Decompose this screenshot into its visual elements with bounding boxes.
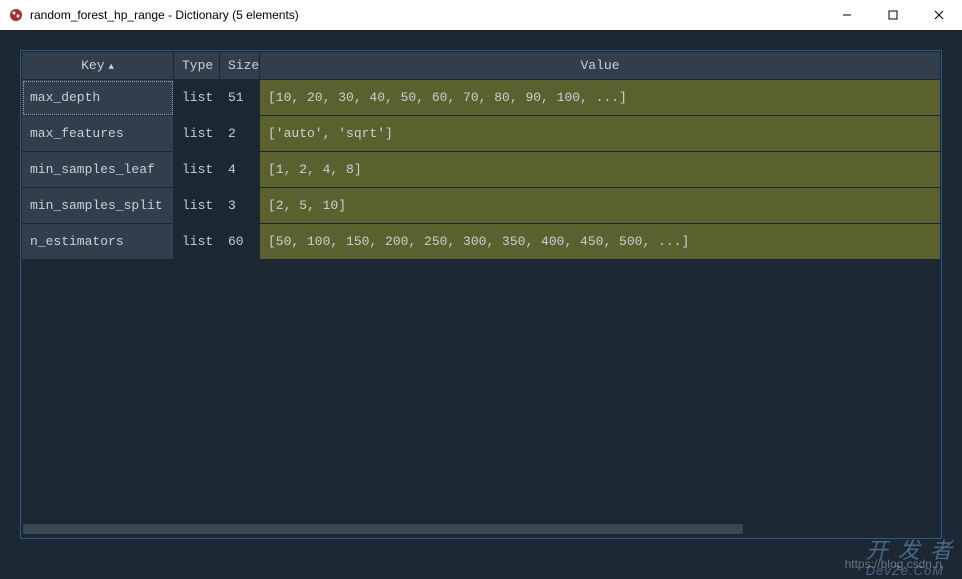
row-type-cell: list — [174, 224, 220, 260]
main-content: Key▲ Type Size Value max_depthlist51[10,… — [0, 30, 962, 579]
variable-table: Key▲ Type Size Value max_depthlist51[10,… — [21, 51, 941, 260]
row-size-cell: 3 — [220, 188, 260, 224]
column-header-key[interactable]: Key ▲ — [22, 52, 174, 80]
window-title: random_forest_hp_range - Dictionary (5 e… — [30, 8, 824, 22]
row-key-cell[interactable]: min_samples_split — [22, 188, 174, 224]
row-size-cell: 60 — [220, 224, 260, 260]
status-bar-url: https://blog.csdn.n — [845, 557, 942, 571]
table-row[interactable]: min_samples_splitlist3[2, 5, 10] — [22, 188, 941, 224]
close-button[interactable] — [916, 0, 962, 30]
maximize-button[interactable] — [870, 0, 916, 30]
table-row[interactable]: n_estimatorslist60[50, 100, 150, 200, 25… — [22, 224, 941, 260]
row-type-cell: list — [174, 80, 220, 116]
row-value-cell[interactable]: [2, 5, 10] — [260, 188, 941, 224]
column-header-type[interactable]: Type — [174, 52, 220, 80]
column-header-size[interactable]: Size — [220, 52, 260, 80]
row-key-cell[interactable]: max_depth — [22, 80, 174, 116]
row-size-cell: 51 — [220, 80, 260, 116]
row-size-cell: 4 — [220, 152, 260, 188]
row-value-cell[interactable]: [10, 20, 30, 40, 50, 60, 70, 80, 90, 100… — [260, 80, 941, 116]
variable-table-container: Key▲ Type Size Value max_depthlist51[10,… — [20, 50, 942, 539]
minimize-button[interactable] — [824, 0, 870, 30]
window-titlebar[interactable]: random_forest_hp_range - Dictionary (5 e… — [0, 0, 962, 30]
row-type-cell: list — [174, 188, 220, 224]
row-value-cell[interactable]: [50, 100, 150, 200, 250, 300, 350, 400, … — [260, 224, 941, 260]
table-row[interactable]: max_depthlist51[10, 20, 30, 40, 50, 60, … — [22, 80, 941, 116]
row-size-cell: 2 — [220, 116, 260, 152]
sort-ascending-icon: ▲ — [109, 62, 114, 72]
row-value-cell[interactable]: ['auto', 'sqrt'] — [260, 116, 941, 152]
row-key-cell[interactable]: max_features — [22, 116, 174, 152]
row-type-cell: list — [174, 116, 220, 152]
column-header-key-label: Key — [81, 58, 104, 73]
row-type-cell: list — [174, 152, 220, 188]
column-header-value[interactable]: Value — [260, 52, 941, 80]
table-row[interactable]: min_samples_leaflist4[1, 2, 4, 8] — [22, 152, 941, 188]
row-value-cell[interactable]: [1, 2, 4, 8] — [260, 152, 941, 188]
horizontal-scrollbar[interactable] — [23, 522, 923, 536]
window-controls — [824, 0, 962, 30]
app-icon — [8, 7, 24, 23]
table-row[interactable]: max_featureslist2['auto', 'sqrt'] — [22, 116, 941, 152]
horizontal-scroll-thumb[interactable] — [23, 524, 743, 534]
row-key-cell[interactable]: min_samples_leaf — [22, 152, 174, 188]
row-key-cell[interactable]: n_estimators — [22, 224, 174, 260]
